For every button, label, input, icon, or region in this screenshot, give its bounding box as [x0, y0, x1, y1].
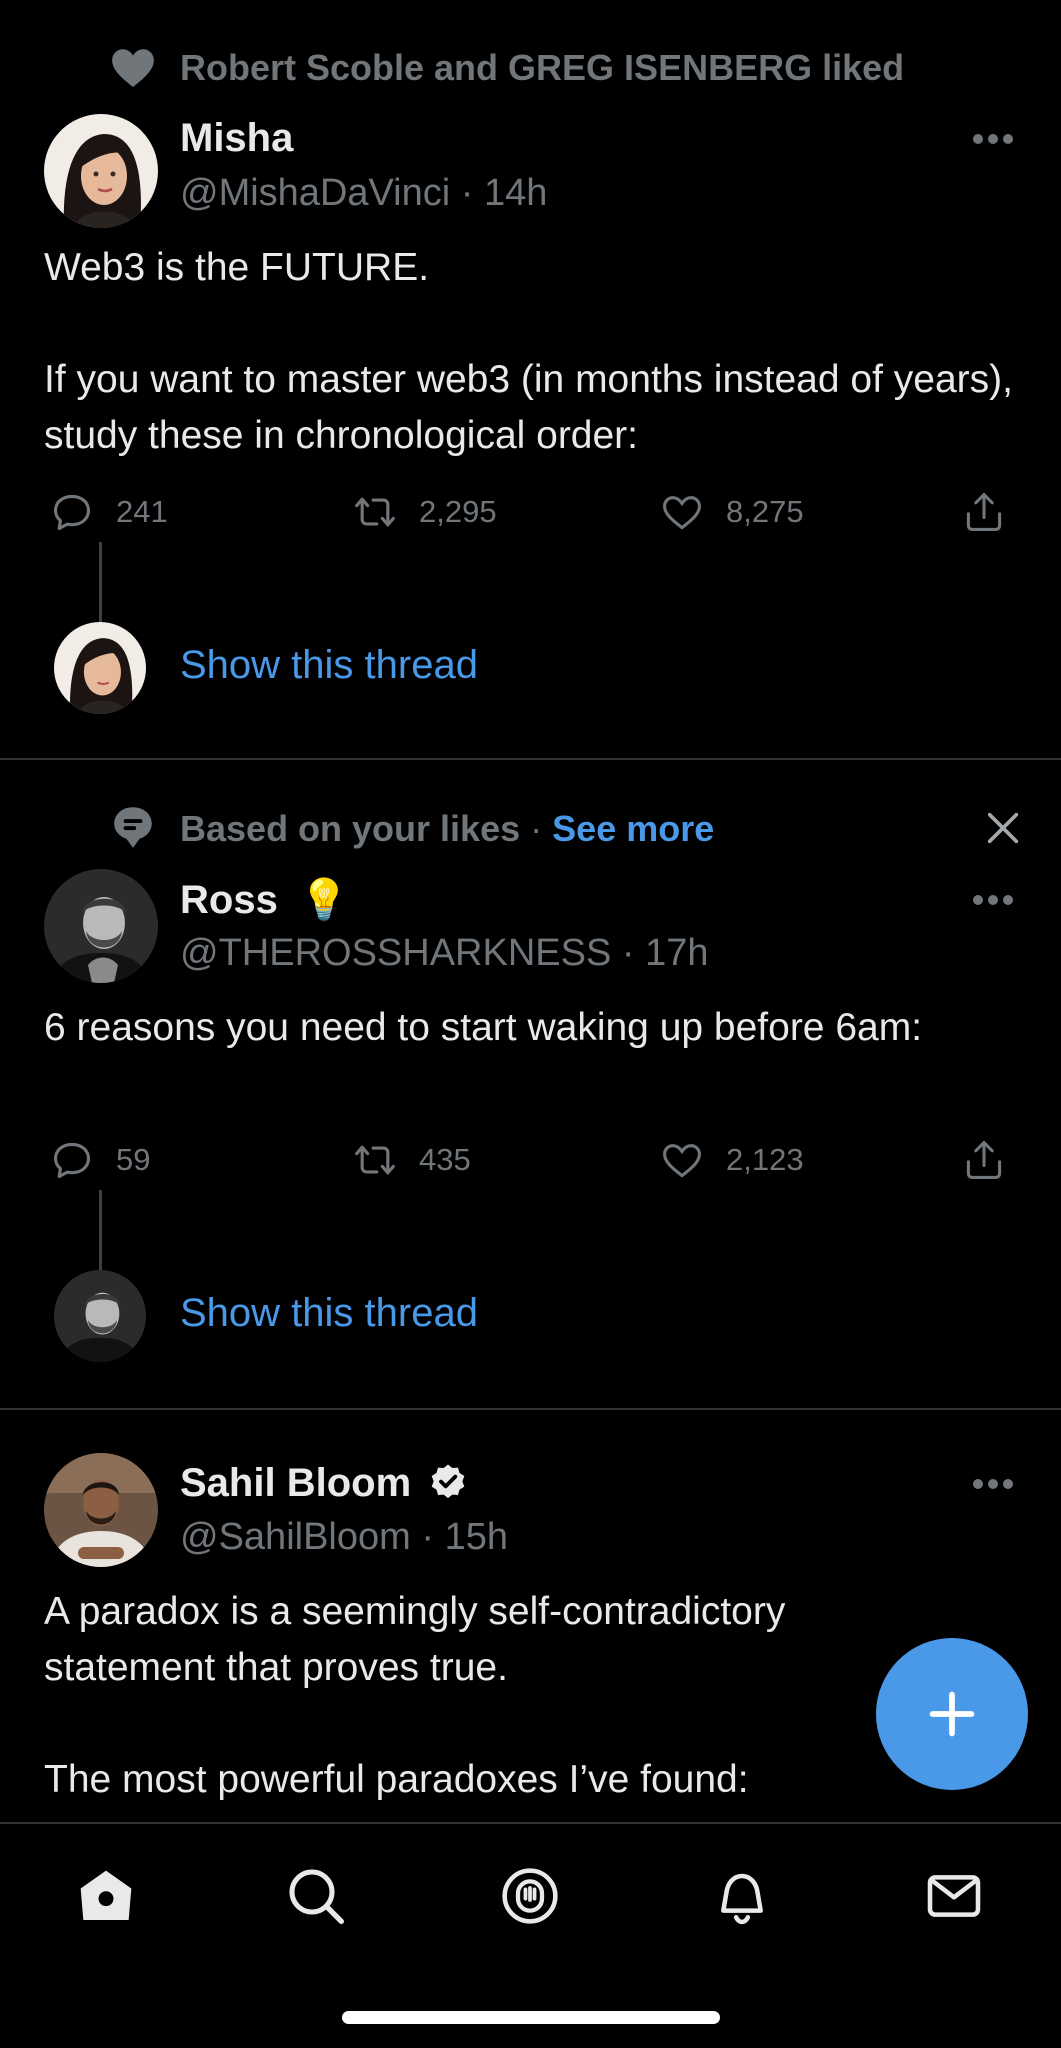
share-button[interactable]	[962, 490, 1006, 534]
share-icon	[966, 493, 1002, 531]
social-context: Robert Scoble and GREG ISENBERG liked	[180, 47, 905, 88]
author-handle[interactable]: @MishaDaVinci	[180, 172, 450, 214]
like-count: 8,275	[726, 494, 804, 529]
recommendation-context: Based on your likes · See more	[180, 808, 714, 850]
retweet-button[interactable]: 435	[353, 1138, 471, 1182]
see-more-link[interactable]: See more	[552, 808, 714, 849]
lightbulb-emoji: 💡	[298, 878, 349, 922]
share-button[interactable]	[962, 1138, 1006, 1182]
like-button[interactable]: 2,123	[660, 1138, 804, 1182]
reply-count: 241	[116, 494, 168, 529]
messages-icon[interactable]	[922, 1864, 986, 1928]
author-handle-time: @MishaDaVinci · 14h	[180, 172, 547, 215]
tweet-text: Web3 is the FUTURE. If you want to maste…	[44, 246, 1013, 457]
topic-bubble-icon	[114, 807, 152, 848]
heart-icon	[663, 1144, 701, 1178]
show-thread-link[interactable]: Show this thread	[180, 1291, 478, 1336]
like-button[interactable]: 8,275	[660, 490, 804, 534]
spaces-icon[interactable]	[498, 1864, 562, 1928]
author-name[interactable]: Sahil Bloom	[180, 1461, 468, 1506]
author-name[interactable]: Ross 💡	[180, 876, 349, 923]
avatar[interactable]	[44, 114, 158, 228]
tweet-time: · 15h	[421, 1516, 508, 1558]
reply-button[interactable]: 59	[50, 1138, 150, 1182]
thread-avatar[interactable]	[54, 1270, 146, 1362]
tweet-text: A paradox is a seemingly self-contradict…	[44, 1590, 786, 1801]
reply-count: 59	[116, 1142, 151, 1177]
more-options-icon[interactable]	[972, 894, 1014, 906]
retweet-count: 2,295	[419, 494, 497, 529]
author-handle-time: @SahilBloom · 15h	[180, 1516, 508, 1559]
tweet-time: · 14h	[460, 172, 548, 214]
tweet-text: 6 reasons you need to start waking up be…	[44, 1006, 923, 1049]
author-name-text: Ross	[180, 878, 278, 922]
recommendation-reason: Based on your likes	[180, 808, 521, 849]
thread-line	[99, 1190, 102, 1270]
avatar[interactable]	[44, 1453, 158, 1567]
author-handle-time: @THEROSSHARKNESS · 17h	[180, 932, 709, 975]
more-options-icon[interactable]	[972, 133, 1014, 145]
more-options-icon[interactable]	[972, 1478, 1014, 1490]
divider	[0, 1408, 1061, 1410]
author-handle[interactable]: @THEROSSHARKNESS	[180, 932, 611, 974]
reply-icon	[53, 1142, 91, 1179]
divider	[0, 758, 1061, 760]
author-handle[interactable]: @SahilBloom	[180, 1516, 411, 1558]
verified-badge-icon	[431, 1464, 465, 1499]
reply-button[interactable]: 241	[50, 490, 168, 534]
plus-icon	[929, 1691, 975, 1737]
heart-icon	[663, 496, 701, 530]
home-indicator[interactable]	[342, 2011, 720, 2024]
like-count: 2,123	[726, 1142, 804, 1177]
heart-filled-icon	[112, 49, 154, 87]
thread-line	[99, 542, 102, 622]
share-icon	[966, 1141, 1002, 1179]
tweet-time: · 17h	[621, 932, 709, 974]
show-thread-link[interactable]: Show this thread	[180, 643, 478, 688]
compose-tweet-button[interactable]	[876, 1638, 1028, 1790]
reply-icon	[53, 494, 91, 531]
retweet-count: 435	[419, 1142, 471, 1177]
avatar[interactable]	[44, 869, 158, 983]
retweet-icon	[355, 1145, 395, 1175]
author-name-text: Sahil Bloom	[180, 1461, 412, 1505]
search-icon[interactable]	[284, 1864, 348, 1928]
thread-avatar[interactable]	[54, 622, 146, 714]
context-separator: ·	[530, 808, 543, 849]
retweet-icon	[355, 497, 395, 527]
retweet-button[interactable]: 2,295	[353, 490, 497, 534]
author-name[interactable]: Misha	[180, 116, 293, 161]
notifications-icon[interactable]	[710, 1864, 774, 1928]
home-icon[interactable]	[74, 1864, 138, 1928]
close-icon[interactable]	[983, 808, 1023, 848]
